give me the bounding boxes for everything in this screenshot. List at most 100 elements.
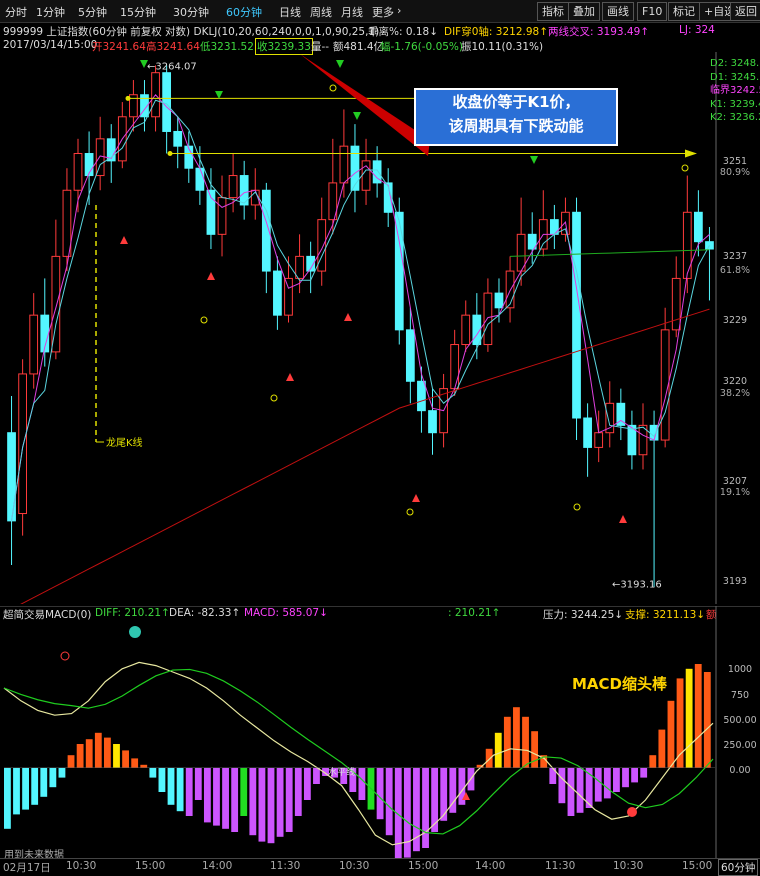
- macd-bar: [703, 672, 711, 768]
- toolbar-button-4[interactable]: 标记: [668, 2, 700, 21]
- time-label-2: 15:00: [135, 860, 166, 872]
- candle: [217, 197, 227, 235]
- period-tab-8[interactable]: 月线: [341, 4, 363, 20]
- period-tab-1[interactable]: 1分钟: [36, 4, 65, 20]
- macd-bar: [603, 768, 611, 799]
- dragon-tail-label: 龙尾K线: [106, 436, 143, 449]
- macd-bar: [122, 750, 129, 768]
- more-arrow-icon[interactable]: ›: [397, 4, 401, 17]
- macd-bar: [31, 768, 39, 805]
- price-axis-label: 19.1%: [720, 487, 750, 498]
- candle: [95, 138, 105, 177]
- price-axis-label: 3251: [723, 156, 747, 167]
- candle: [450, 344, 460, 390]
- buy-signal-icon: [619, 515, 627, 523]
- macd-bar: [40, 768, 48, 797]
- macd-bar: [158, 768, 166, 792]
- period-tab-5[interactable]: 60分钟: [226, 4, 262, 20]
- macd-bar: [67, 755, 75, 768]
- candle: [228, 175, 238, 199]
- signal-circle-icon: [200, 316, 208, 324]
- period-tab-4[interactable]: 30分钟: [173, 4, 209, 20]
- price-axis-label: 3229: [723, 315, 747, 326]
- candle: [339, 145, 349, 184]
- ma-long-red-line: [20, 308, 710, 604]
- time-label-6: 15:00: [408, 860, 439, 872]
- toolbar-button-0[interactable]: 指标: [537, 2, 569, 21]
- signal-circle-icon: [270, 394, 278, 402]
- macd-bar: [185, 768, 193, 816]
- macd-axis-label: 500.00: [723, 715, 756, 726]
- ma-cyan-line: [11, 99, 710, 521]
- ma-purple-line: [11, 93, 710, 521]
- macd-bar: [503, 716, 511, 768]
- k1-level: K1: 3239.42: [710, 98, 760, 110]
- time-label-0: 02月17日: [3, 862, 51, 874]
- macd-bar: [513, 707, 520, 768]
- period-toolbar: 分时 1分钟 5分钟 15分钟 30分钟 60分钟 日线 周线 月线 更多 › 指标 叠加 画线 F10 标记…: [0, 0, 760, 23]
- macd-bar: [622, 768, 629, 788]
- macd-bar: [440, 768, 448, 821]
- candle: [162, 72, 172, 132]
- period-tag[interactable]: 60分钟: [718, 859, 759, 876]
- toolbar-button-1[interactable]: 叠加: [568, 2, 600, 21]
- macd-bar: [167, 768, 175, 805]
- arrow-start-dot: [167, 151, 173, 157]
- macd-bar: [113, 744, 120, 768]
- macd-bar: [267, 768, 275, 844]
- candle: [405, 329, 415, 382]
- signal-circle-icon: [406, 508, 414, 516]
- support-arrow-head: [685, 149, 697, 158]
- period-tab-9[interactable]: 更多: [372, 4, 394, 20]
- lj-value: LJ: 324: [679, 24, 715, 36]
- candlestick-chart[interactable]: 龙尾K线 ←3264.07 ←3193.16 325180.9% 3237 61.8% 32…: [0, 52, 760, 604]
- macd-axis-label: 0.00: [729, 765, 750, 776]
- macd-bar: [231, 768, 239, 832]
- candle: [195, 167, 205, 191]
- macd-bar: [258, 768, 266, 842]
- k2-level: K2: 3236.28: [710, 112, 760, 123]
- macd-bar: [149, 768, 157, 778]
- toolbar-button-2[interactable]: 画线: [602, 2, 634, 21]
- toolbar-button-6[interactable]: 返回: [730, 2, 760, 21]
- macd-bar: [594, 768, 602, 802]
- macd-bar: [4, 768, 11, 829]
- macd-axis-label: 750: [731, 690, 749, 701]
- period-tab-0[interactable]: 分时: [5, 4, 27, 20]
- high-price-label: ←3264.07: [147, 61, 197, 72]
- period-tab-2[interactable]: 5分钟: [78, 4, 107, 20]
- period-tab-3[interactable]: 15分钟: [120, 4, 156, 20]
- buy-signal-icon: [344, 313, 352, 321]
- price-axis-label: 3237: [723, 251, 747, 262]
- callout-pointer: [300, 54, 430, 156]
- period-tab-7[interactable]: 周线: [310, 4, 332, 20]
- macd-bar: [203, 768, 211, 823]
- low-price-label: ←3193.16: [612, 579, 662, 590]
- macd-bar: [658, 729, 666, 768]
- candle: [594, 432, 604, 448]
- candle: [649, 424, 659, 441]
- candle: [417, 380, 426, 412]
- time-label-10: 15:00: [682, 860, 713, 872]
- macd-bar: [567, 768, 575, 816]
- macd-bar: [485, 748, 493, 768]
- price-axis-label: 3193: [723, 576, 747, 587]
- macd-bar: [213, 768, 220, 826]
- macd-panel[interactable]: 水平线 1000 750 500.00 250.00 0.00: [0, 606, 760, 858]
- toolbar-button-3[interactable]: F10: [637, 2, 668, 21]
- buy-signal-icon: [120, 236, 128, 244]
- macd-bar: [522, 716, 529, 768]
- macd-bar: [13, 768, 20, 815]
- macd-bar: [285, 768, 293, 832]
- macd-bar: [667, 700, 675, 768]
- info-date: 2017/03/14/15:00: [3, 39, 98, 51]
- callout-line-1: 收盘价等于K1价，: [452, 93, 580, 111]
- period-tab-6[interactable]: 日线: [279, 4, 301, 20]
- signal-circle-icon: [573, 503, 581, 511]
- candle: [428, 410, 437, 434]
- candle: [295, 255, 304, 279]
- macd-bar: [103, 737, 111, 768]
- candle: [682, 211, 692, 279]
- macd-bar: [194, 768, 202, 800]
- macd-bar: [403, 768, 411, 858]
